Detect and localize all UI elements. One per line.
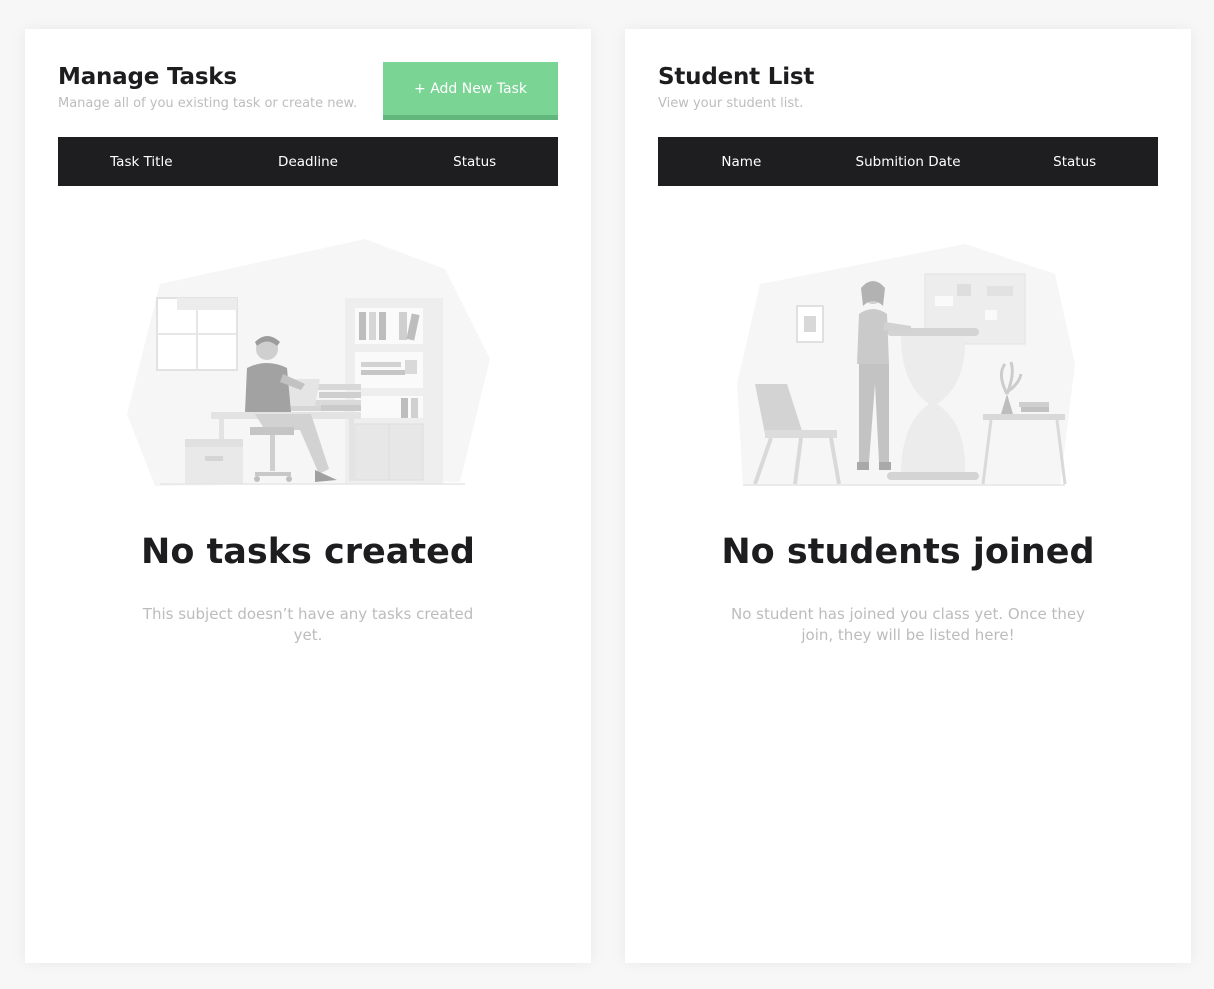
empty-state-description: No student has joined you class yet. Onc…: [730, 605, 1085, 644]
column-header-submition-date[interactable]: Submition Date: [825, 154, 992, 170]
page-subtitle: Manage all of you existing task or creat…: [58, 96, 358, 111]
empty-state-description: This subject doesn’t have any tasks crea…: [142, 605, 474, 644]
empty-state-title: No tasks created: [141, 532, 475, 572]
column-header-status[interactable]: Status: [391, 154, 558, 170]
column-header-name[interactable]: Name: [658, 154, 825, 170]
students-table-header: Name Submition Date Status: [658, 137, 1158, 186]
page-subtitle: View your student list.: [658, 96, 804, 111]
page-title: Manage Tasks: [58, 64, 237, 90]
column-header-status[interactable]: Status: [991, 154, 1158, 170]
student-list-panel: Student List View your student list. Nam…: [625, 29, 1191, 963]
column-header-task-title[interactable]: Task Title: [58, 154, 225, 170]
column-header-deadline[interactable]: Deadline: [225, 154, 392, 170]
office-desk-illustration: [127, 239, 490, 486]
manage-tasks-panel: Manage Tasks Manage all of you existing …: [25, 29, 591, 963]
empty-state-title: No students joined: [721, 532, 1095, 572]
tasks-table-header: Task Title Deadline Status: [58, 137, 558, 186]
waiting-hourglass-illustration: [737, 244, 1075, 486]
page-title: Student List: [658, 64, 815, 90]
add-new-task-button[interactable]: + Add New Task: [383, 62, 558, 120]
